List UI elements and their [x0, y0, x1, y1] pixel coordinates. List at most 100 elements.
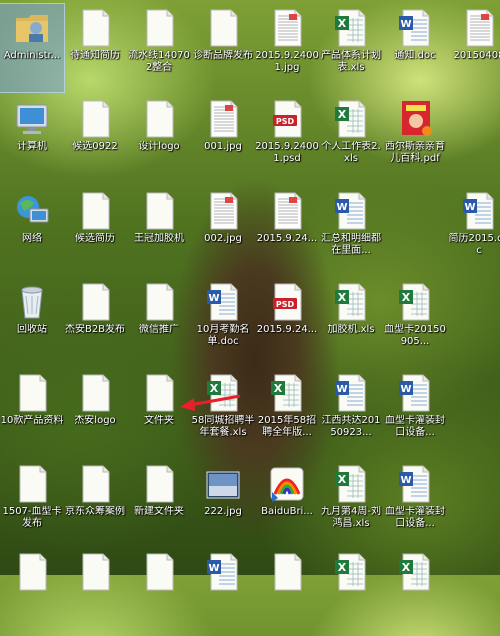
- desktop-icon[interactable]: 2015.9.24001.jpg: [255, 4, 319, 92]
- desktop-icon[interactable]: [0, 548, 64, 636]
- desktop-icon[interactable]: 1507-血型卡发布: [0, 460, 64, 548]
- desktop-icon[interactable]: 西尔斯亲亲育儿百科.pdf: [383, 95, 447, 183]
- desktop-icon-label: 1507-血型卡发布: [2, 506, 62, 529]
- desktop-icon-label: Administr...: [3, 50, 61, 61]
- desktop-icon[interactable]: X 产品体系计划表.xls: [319, 4, 383, 92]
- excel-file-icon: X: [333, 8, 369, 48]
- blank-file-icon: [77, 99, 113, 139]
- blank-file-icon: [141, 373, 177, 413]
- desktop-icon[interactable]: 杰安logo: [63, 369, 127, 457]
- desktop[interactable]: Administr... 待通知简历 流水线140702整合 诊断品牌发布 2015.…: [0, 0, 500, 591]
- desktop-icon-label: 002.jpg: [204, 233, 242, 244]
- svg-text:W: W: [336, 384, 347, 395]
- desktop-icon[interactable]: 新建文件夹: [127, 460, 191, 548]
- word-file-icon: W: [333, 373, 369, 413]
- blank-file-icon: [141, 552, 177, 592]
- svg-text:W: W: [400, 19, 411, 30]
- excel-file-icon: X: [397, 552, 433, 592]
- desktop-icon[interactable]: X 2015年58招聘全年版...: [255, 369, 319, 457]
- desktop-icon[interactable]: X 血型卡20150905...: [383, 278, 447, 366]
- desktop-icon[interactable]: PSD 2015.9.24001.psd: [255, 95, 319, 183]
- desktop-icon-label: 候选0922: [72, 141, 118, 152]
- baidu-app-icon: [269, 464, 305, 504]
- desktop-icon[interactable]: X 加胶机.xls: [319, 278, 383, 366]
- desktop-icon[interactable]: [255, 548, 319, 636]
- desktop-icon[interactable]: W 江西共达20150923...: [319, 369, 383, 457]
- desktop-icon[interactable]: W 血型卡灌装封口设备...: [383, 369, 447, 457]
- svg-text:W: W: [400, 384, 411, 395]
- word-file-icon: W: [205, 552, 241, 592]
- desktop-icon[interactable]: 001.jpg: [191, 95, 255, 183]
- desktop-icon[interactable]: W 通知.doc: [383, 4, 447, 92]
- blank-file-icon: [141, 191, 177, 231]
- image-file-icon: [461, 8, 497, 48]
- desktop-icon[interactable]: 文件夹: [127, 369, 191, 457]
- svg-text:W: W: [336, 202, 347, 213]
- svg-text:PSD: PSD: [276, 300, 295, 309]
- desktop-icon[interactable]: BaiduBri...: [255, 460, 319, 548]
- desktop-icon[interactable]: 设计logo: [127, 95, 191, 183]
- blank-file-icon: [77, 8, 113, 48]
- desktop-icon-label: 王冠加胶机: [134, 233, 184, 244]
- desktop-icon[interactable]: 诊断品牌发布: [191, 4, 255, 92]
- desktop-icon-label: 产品体系计划表.xls: [321, 50, 381, 73]
- desktop-icon[interactable]: 王冠加胶机: [127, 187, 191, 275]
- desktop-icon-label: 2015.9.24...: [256, 233, 318, 244]
- desktop-icon[interactable]: X: [383, 548, 447, 636]
- svg-text:PSD: PSD: [276, 117, 295, 126]
- word-file-icon: W: [397, 464, 433, 504]
- desktop-icon-label: 2015.9.24001.psd: [255, 141, 319, 164]
- desktop-icon[interactable]: 微信推广: [127, 278, 191, 366]
- desktop-icon-label: 20150408: [453, 50, 500, 61]
- desktop-icon[interactable]: X 58同城招聘半年套餐.xls: [191, 369, 255, 457]
- desktop-icon[interactable]: 待通知简历: [63, 4, 127, 92]
- desktop-icon[interactable]: 计算机: [0, 95, 64, 183]
- desktop-icon[interactable]: W: [191, 548, 255, 636]
- desktop-icon[interactable]: 222.jpg: [191, 460, 255, 548]
- blank-file-icon: [14, 464, 50, 504]
- desktop-icon[interactable]: W 血型卡灌装封口设备...: [383, 460, 447, 548]
- desktop-icon[interactable]: 杰安B2B发布: [63, 278, 127, 366]
- desktop-icon[interactable]: X 九月第4周-刘鸿昌.xls: [319, 460, 383, 548]
- excel-file-icon: X: [397, 282, 433, 322]
- blank-file-icon: [141, 99, 177, 139]
- desktop-icon[interactable]: [127, 548, 191, 636]
- svg-text:W: W: [208, 563, 219, 574]
- blank-file-icon: [77, 373, 113, 413]
- desktop-icon[interactable]: X: [319, 548, 383, 636]
- desktop-icon-label: 58同城招聘半年套餐.xls: [191, 415, 255, 438]
- desktop-icon[interactable]: 网络: [0, 187, 64, 275]
- image-file-icon: [269, 8, 305, 48]
- desktop-icon[interactable]: PSD 2015.9.24...: [255, 278, 319, 366]
- blank-file-icon: [141, 282, 177, 322]
- blank-file-icon: [269, 552, 305, 592]
- desktop-icon[interactable]: 20150408: [447, 4, 500, 92]
- desktop-icon[interactable]: W 汇总和明细都在里面...: [319, 187, 383, 275]
- desktop-icon[interactable]: 候选简历: [63, 187, 127, 275]
- desktop-icon[interactable]: W 10月考勤名单.doc: [191, 278, 255, 366]
- svg-text:X: X: [402, 561, 411, 574]
- blank-file-icon: [205, 8, 241, 48]
- network-icon: [14, 191, 50, 231]
- desktop-icon[interactable]: [63, 548, 127, 636]
- excel-file-icon: X: [333, 552, 369, 592]
- desktop-icon-label: 2015.9.24001.jpg: [255, 50, 319, 73]
- blank-file-icon: [141, 464, 177, 504]
- desktop-icon[interactable]: Administr...: [0, 3, 65, 93]
- blank-file-icon: [77, 282, 113, 322]
- desktop-icon[interactable]: 2015.9.24...: [255, 187, 319, 275]
- svg-text:X: X: [274, 382, 283, 395]
- desktop-icon[interactable]: 10款产品资料: [0, 369, 64, 457]
- desktop-icon[interactable]: X 个人工作表2.xls: [319, 95, 383, 183]
- desktop-icon[interactable]: 京东众筹案例: [63, 460, 127, 548]
- desktop-icon-label: 候选简历: [75, 233, 115, 244]
- blank-file-icon: [14, 373, 50, 413]
- desktop-icon[interactable]: 候选0922: [63, 95, 127, 183]
- desktop-icon[interactable]: 流水线140702整合: [127, 4, 191, 92]
- desktop-icon[interactable]: 回收站: [0, 278, 64, 366]
- svg-text:W: W: [208, 293, 219, 304]
- desktop-icon-label: 京东众筹案例: [65, 506, 125, 517]
- blank-file-icon: [14, 552, 50, 592]
- desktop-icon[interactable]: W 简历2015.doc: [447, 187, 500, 275]
- desktop-icon[interactable]: 002.jpg: [191, 187, 255, 275]
